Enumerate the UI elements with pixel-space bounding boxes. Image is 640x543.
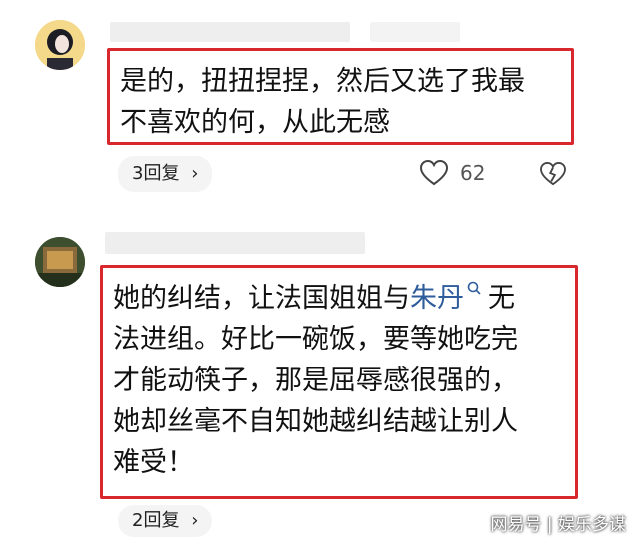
replies-label: 3回复 [132,163,180,184]
comment-text-segment: 她的纠结，让法国姐姐与 [113,283,410,314]
heart-icon [420,160,448,186]
watermark-text: 网易号 | 娱乐多谋 [490,515,626,535]
chevron-right-icon: › [191,163,199,184]
search-icon[interactable] [466,278,482,298]
blurred-username [105,232,365,254]
netease-logo-icon [464,513,487,531]
broken-heart-icon [540,162,566,186]
comment-text-line: 她却丝毫不自知她越纠结越让别人 [113,406,518,437]
comment-text-line: 不喜欢的何，从此无感 [120,107,390,138]
watermark: 网易号 | 娱乐多谋 [464,510,626,535]
comment-text-line: 是的，扭扭捏捏，然后又选了我最 [120,66,525,97]
blurred-username [110,22,350,42]
dislike-button[interactable] [540,162,566,186]
like-count: 62 [460,161,486,185]
avatar[interactable] [35,237,85,287]
comment-text-line: 难受！ [113,447,194,478]
mention-link[interactable]: 朱丹 [410,283,464,314]
like-button[interactable]: 62 [420,160,485,186]
comment-text-line: 她的纠结，让法国姐姐与朱丹无 [113,278,561,319]
comment-text-line: 法进组。好比一碗饭，要等她吃完 [113,324,518,355]
avatar[interactable] [35,20,85,70]
comment-text-highlight: 她的纠结，让法国姐姐与朱丹无 法进组。好比一碗饭，要等她吃完 才能动筷子，那是屈… [100,265,578,499]
replies-label: 2回复 [132,510,180,531]
replies-button[interactable]: 2回复 › [118,505,213,537]
comment-text-segment: 无 [488,283,515,314]
comment-text-line: 才能动筷子，那是屈辱感很强的， [113,365,518,396]
blurred-meta [370,22,460,42]
chevron-right-icon: › [191,510,199,531]
replies-button[interactable]: 3回复 › [118,156,213,192]
comment-text-highlight: 是的，扭扭捏捏，然后又选了我最 不喜欢的何，从此无感 [107,48,574,145]
